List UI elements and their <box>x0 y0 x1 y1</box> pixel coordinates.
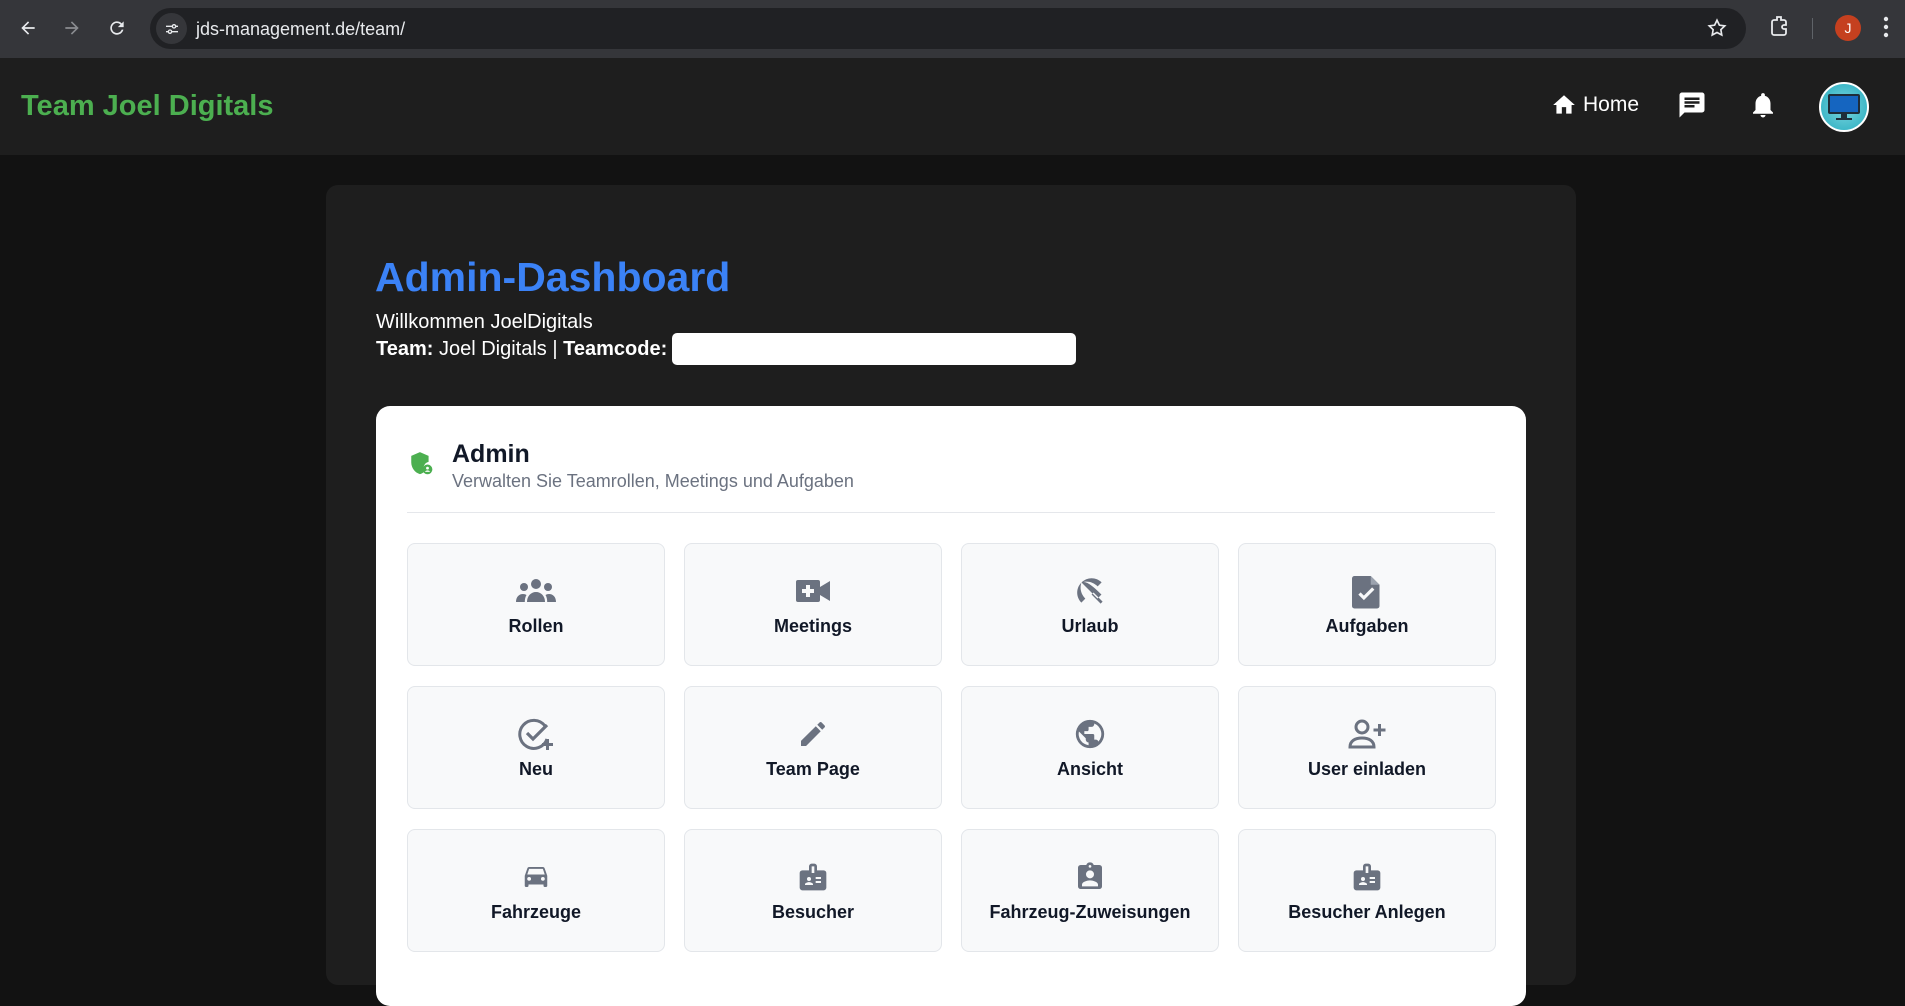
team-info-line: Team: Joel Digitals | Teamcode: <box>376 338 667 361</box>
team-separator: | <box>552 338 558 360</box>
home-icon <box>1553 95 1575 114</box>
tile-label: Rollen <box>508 616 564 636</box>
home-nav-link[interactable]: Home <box>1551 92 1639 118</box>
tile-label: Team Page <box>766 759 860 779</box>
tile-besucher-anlegen[interactable]: Besucher Anlegen <box>1238 829 1496 952</box>
address-bar[interactable]: jds-management.de/team/ <box>150 8 1746 49</box>
tile-fahrzeug-zuweisungen[interactable]: Fahrzeug-Zuweisungen <box>961 829 1219 952</box>
menu-kebab-icon[interactable] <box>1882 14 1890 45</box>
tile-label: Urlaub <box>1061 616 1119 636</box>
reload-icon <box>110 21 124 35</box>
tile-label: Ansicht <box>1056 759 1123 779</box>
extensions-icon[interactable] <box>1768 14 1792 43</box>
admin-shield-icon <box>408 451 434 482</box>
url-text: jds-management.de/team/ <box>196 19 406 39</box>
teamcode-label: Teamcode: <box>563 338 668 360</box>
tile-fahrzeuge[interactable]: Fahrzeuge <box>407 829 665 952</box>
tile-label: Neu <box>518 759 553 779</box>
back-arrow-icon <box>21 21 35 35</box>
dashboard-panel: Admin-Dashboard Willkommen JoelDigitals … <box>326 185 1576 1006</box>
task-file-icon <box>1352 574 1382 609</box>
browser-toolbar: jds-management.de/team/ J <box>0 0 1905 58</box>
check-circle-plus-icon <box>517 717 555 751</box>
reload-button[interactable] <box>101 12 133 44</box>
app-navbar: Team Joel Digitals Home <box>0 58 1905 155</box>
tile-label: Aufgaben <box>1325 616 1409 636</box>
tile-meetings[interactable]: Meetings <box>684 543 942 666</box>
team-name: Joel Digitals <box>438 338 547 360</box>
toolbar-divider <box>1812 18 1813 39</box>
badge-icon <box>1350 860 1384 894</box>
card-title: Admin <box>452 440 530 468</box>
tile-ansicht[interactable]: Ansicht <box>961 686 1219 809</box>
admin-card: Admin Verwalten Sie Teamrollen, Meetings… <box>376 406 1526 1006</box>
card-subtitle: Verwalten Sie Teamrollen, Meetings und A… <box>452 471 854 491</box>
notifications-bell-icon[interactable] <box>1748 90 1778 125</box>
badge-icon <box>796 860 830 894</box>
beach-umbrella-icon <box>1073 574 1107 608</box>
tile-aufgaben[interactable]: Aufgaben <box>1238 543 1496 666</box>
tune-icon <box>165 23 178 34</box>
team-label: Team: <box>376 338 434 360</box>
chat-icon[interactable] <box>1677 90 1707 125</box>
tile-rollen[interactable]: Rollen <box>407 543 665 666</box>
tile-user-einladen[interactable]: User einladen <box>1238 686 1496 809</box>
brand-logo-text[interactable]: Team Joel Digitals <box>21 90 274 123</box>
tile-label: Besucher Anlegen <box>1288 902 1446 922</box>
tile-besucher[interactable]: Besucher <box>684 829 942 952</box>
bookmark-star-icon[interactable] <box>1706 17 1728 44</box>
page-title: Admin-Dashboard <box>375 254 731 300</box>
forward-arrow-icon <box>65 21 79 35</box>
tile-label: User einladen <box>1307 759 1427 779</box>
computer-monitor-icon <box>1828 94 1860 120</box>
teamcode-field[interactable] <box>672 333 1076 365</box>
back-button[interactable] <box>12 12 44 44</box>
car-icon <box>519 860 553 894</box>
globe-icon <box>1073 717 1107 751</box>
card-divider <box>407 512 1495 513</box>
tile-label: Besucher <box>771 902 855 922</box>
tile-team-page[interactable]: Team Page <box>684 686 942 809</box>
welcome-text: Willkommen JoelDigitals <box>376 311 593 333</box>
user-avatar[interactable] <box>1819 82 1869 132</box>
video-plus-icon <box>795 574 831 608</box>
tile-label: Meetings <box>773 616 852 636</box>
tile-neu[interactable]: Neu <box>407 686 665 809</box>
tile-label: Fahrzeuge <box>490 902 582 922</box>
groups-icon <box>515 574 557 608</box>
tile-urlaub[interactable]: Urlaub <box>961 543 1219 666</box>
pencil-icon <box>797 717 829 751</box>
home-nav-label: Home <box>1583 93 1640 116</box>
assignment-ind-icon <box>1074 860 1106 894</box>
site-info-button[interactable] <box>156 13 187 44</box>
person-add-icon <box>1347 717 1387 751</box>
tile-label: Fahrzeug-Zuweisungen <box>989 902 1191 922</box>
forward-button[interactable] <box>56 12 88 44</box>
profile-avatar[interactable]: J <box>1835 15 1861 41</box>
